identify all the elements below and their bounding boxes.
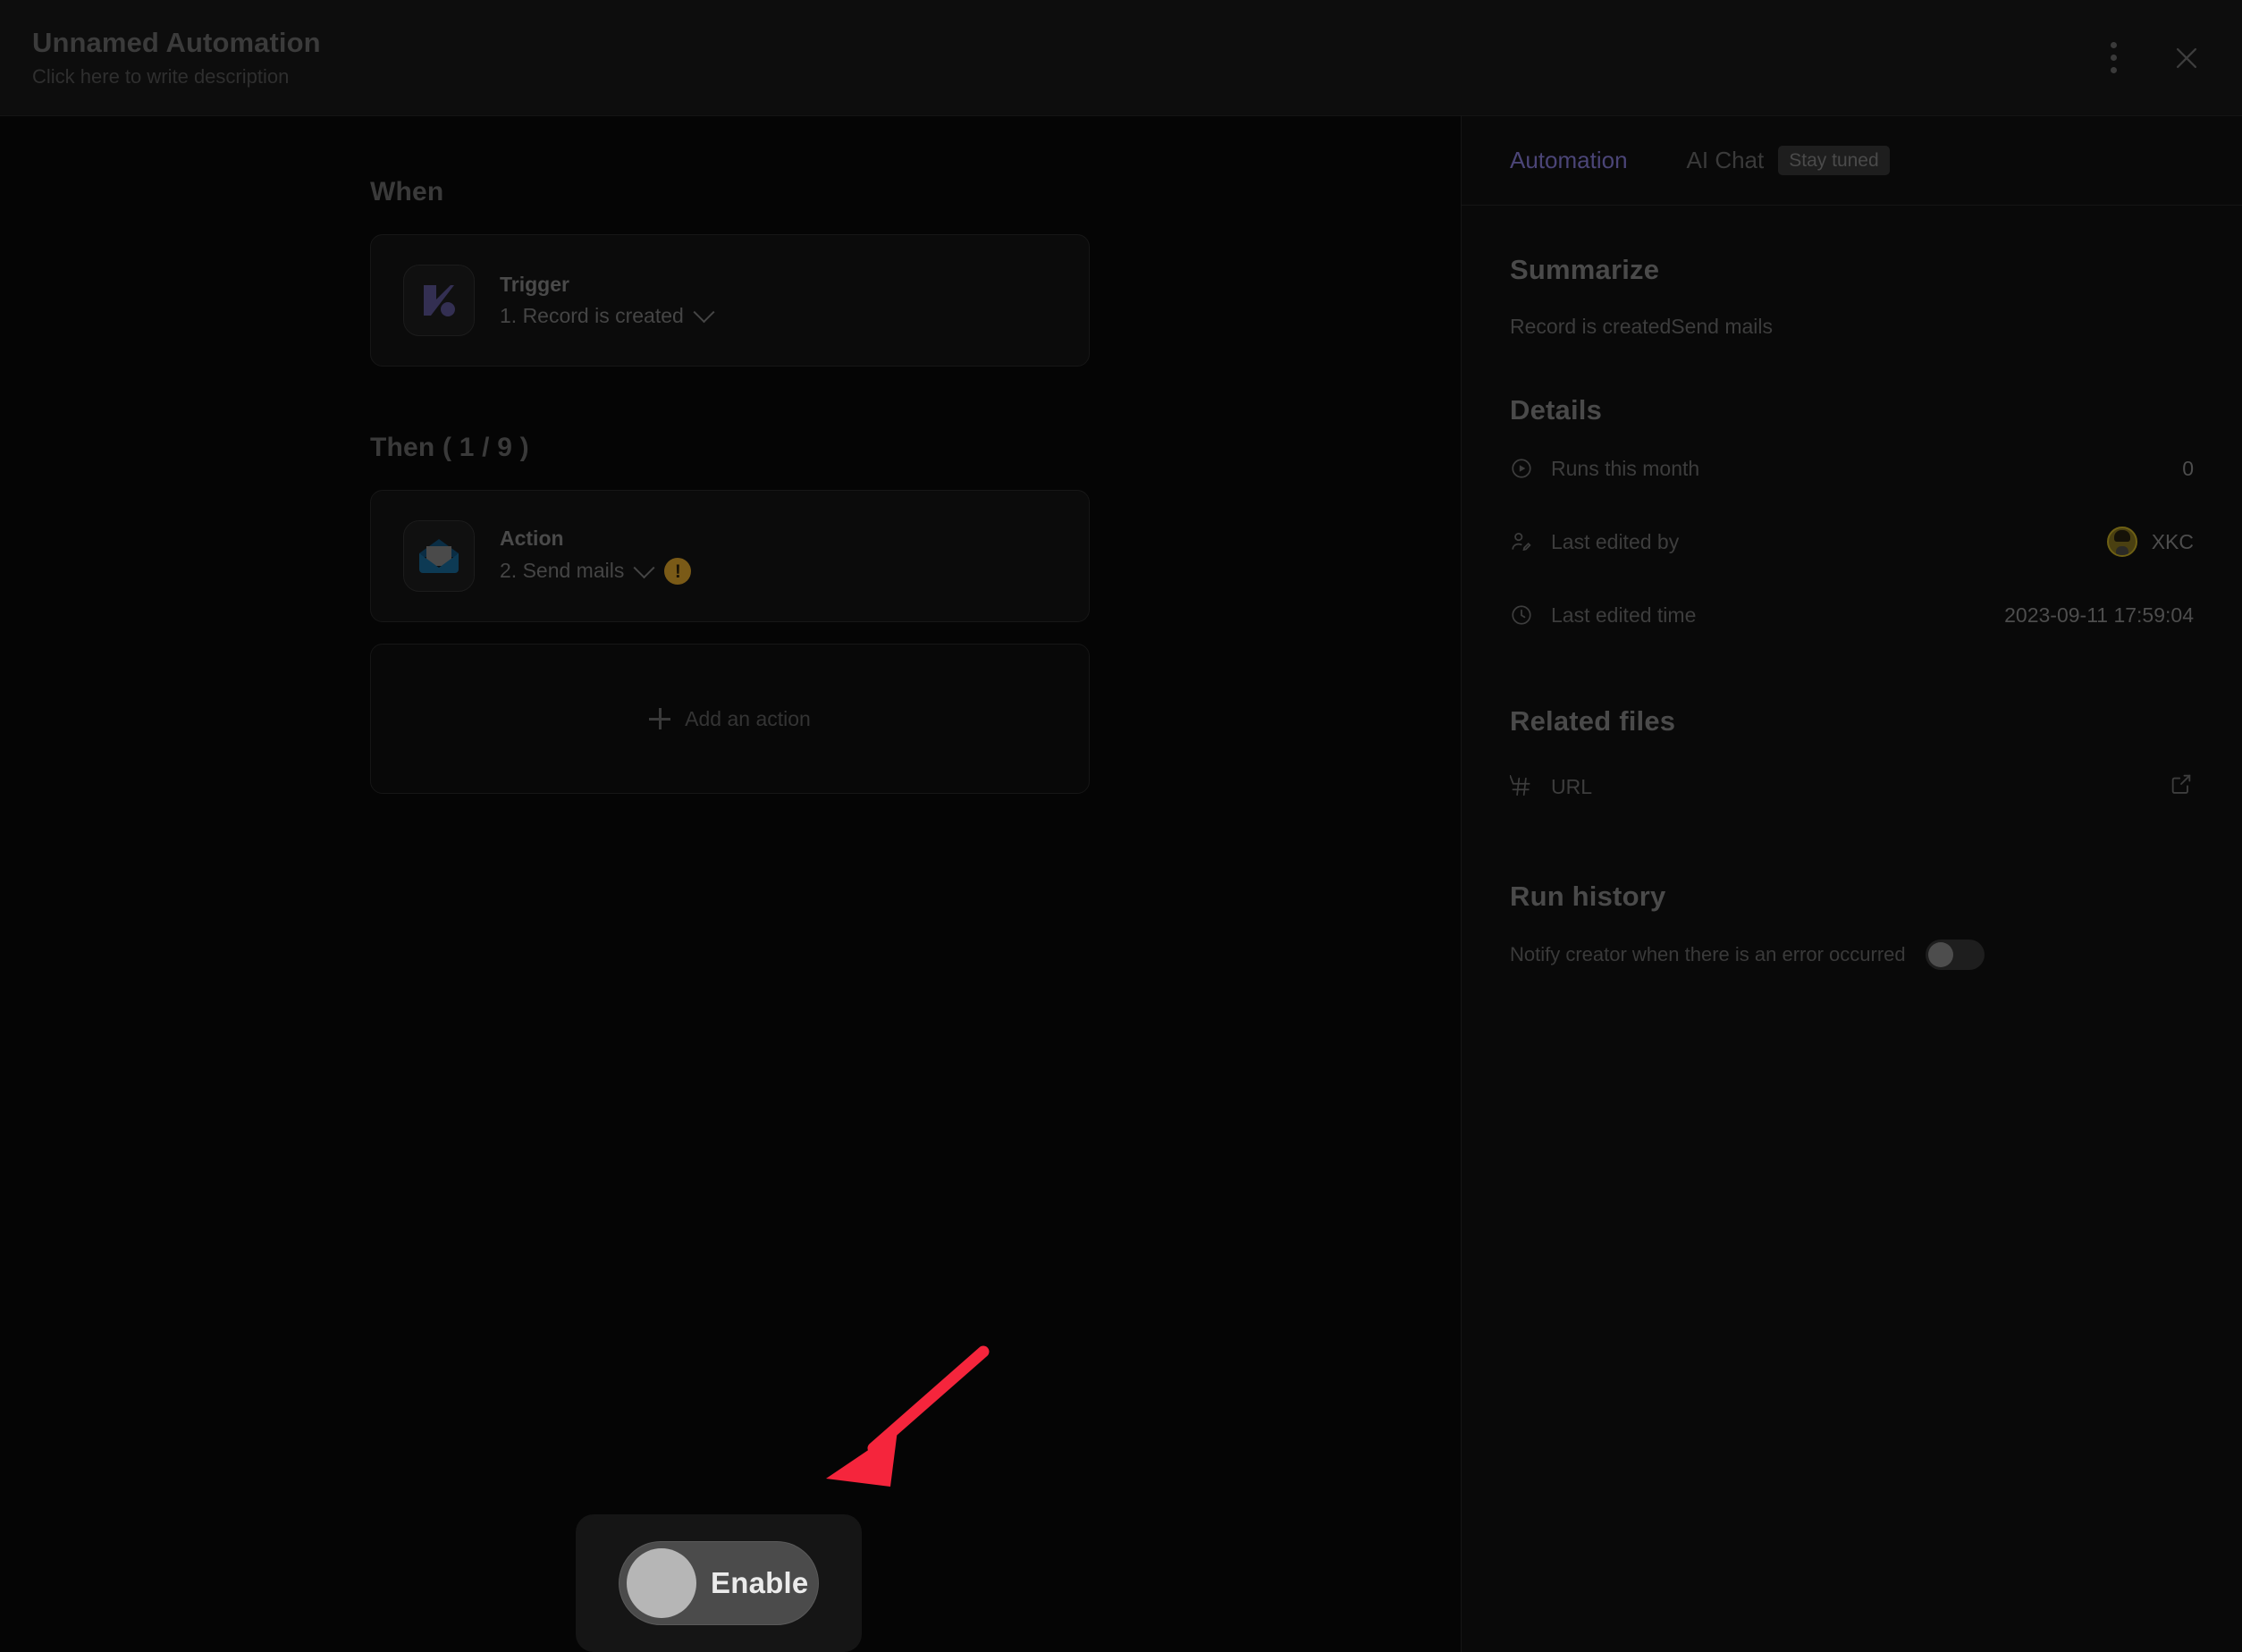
header-actions — [2094, 38, 2206, 78]
trigger-value-row[interactable]: 1. Record is created — [500, 300, 715, 327]
window-header: Unnamed Automation Click here to write d… — [0, 0, 2242, 116]
warning-icon[interactable]: ! — [664, 558, 692, 586]
notify-creator-toggle[interactable] — [1925, 940, 1985, 970]
title-block: Unnamed Automation Click here to write d… — [32, 27, 321, 88]
stay-tuned-badge: Stay tuned — [1778, 146, 1890, 175]
action-value-row[interactable]: 2. Send mails ! — [500, 556, 692, 586]
detail-value-edited-by: XKC — [2151, 529, 2194, 553]
enable-toggle-panel: Enable — [576, 1514, 862, 1652]
enable-toggle-knob — [627, 1548, 696, 1618]
envelope-icon — [403, 520, 475, 592]
flow-column: When Trigger 1. Record is created Then (… — [370, 177, 1090, 794]
when-section-title: When — [370, 177, 444, 206]
kebab-menu-icon[interactable] — [2094, 38, 2133, 78]
tab-ai-chat-label: AI Chat — [1686, 147, 1765, 173]
chevron-down-icon[interactable] — [633, 556, 655, 578]
side-panel: Automation AI Chat Stay tuned Summarize … — [1461, 116, 2242, 1652]
trigger-card[interactable]: Trigger 1. Record is created — [370, 234, 1090, 367]
enable-toggle[interactable]: Enable — [619, 1541, 819, 1625]
hash-icon — [1510, 775, 1551, 798]
add-action-button[interactable]: Add an action — [370, 644, 1090, 794]
flow-canvas: When Trigger 1. Record is created Then (… — [0, 116, 1461, 1652]
related-files-heading: Related files — [1510, 705, 1676, 737]
plus-icon — [649, 708, 671, 729]
detail-value-edited-time: 2023-09-11 17:59:04 — [2004, 603, 2194, 627]
notify-creator-label: Notify creator when there is an error oc… — [1510, 943, 1906, 965]
detail-row-runs: Runs this month 0 — [1510, 437, 2194, 500]
related-file-row-url[interactable]: URL — [1510, 755, 2194, 818]
toggle-knob — [1927, 942, 1953, 967]
trigger-text: Trigger 1. Record is created — [500, 273, 715, 327]
panel-body: Summarize Record is createdSend mails De… — [1462, 206, 2242, 970]
external-link-icon[interactable] — [2169, 771, 2194, 802]
summarize-text: Record is createdSend mails — [1510, 315, 1774, 338]
clock-icon — [1510, 603, 1551, 627]
add-action-label: Add an action — [685, 706, 811, 730]
detail-label-edited-by: Last edited by — [1551, 529, 1680, 553]
trigger-logo-icon — [403, 265, 475, 336]
close-icon[interactable] — [2167, 38, 2206, 78]
content-area: When Trigger 1. Record is created Then (… — [0, 116, 2242, 1652]
trigger-label: Trigger — [500, 273, 569, 297]
detail-label-edited-time: Last edited time — [1551, 603, 1697, 627]
enable-toggle-label: Enable — [711, 1566, 809, 1599]
related-file-label-url: URL — [1551, 774, 1593, 798]
then-section-title: Then ( 1 / 9 ) — [370, 433, 529, 462]
detail-value-runs: 0 — [2182, 456, 2194, 480]
trigger-value: 1. Record is created — [500, 303, 684, 327]
details-heading: Details — [1510, 394, 1603, 426]
chevron-down-icon[interactable] — [693, 300, 715, 323]
action-value: 2. Send mails — [500, 559, 625, 583]
detail-value-edited-by-wrap: XKC — [2106, 527, 2194, 557]
detail-row-edited-time: Last edited time 2023-09-11 17:59:04 — [1510, 584, 2194, 646]
summarize-heading: Summarize — [1510, 254, 1660, 285]
notify-creator-row: Notify creator when there is an error oc… — [1510, 940, 2194, 970]
tab-ai-chat[interactable]: AI Chat Stay tuned — [1687, 146, 1890, 175]
tab-automation[interactable]: Automation — [1510, 147, 1628, 174]
user-edit-icon — [1510, 530, 1551, 553]
page-description[interactable]: Click here to write description — [32, 65, 321, 88]
tab-automation-label: Automation — [1510, 147, 1628, 173]
run-history-heading: Run history — [1510, 881, 1666, 912]
detail-label-runs: Runs this month — [1551, 456, 1700, 480]
action-card[interactable]: Action 2. Send mails ! — [370, 490, 1090, 622]
detail-row-edited-by: Last edited by XKC — [1510, 510, 2194, 573]
panel-tabs: Automation AI Chat Stay tuned — [1462, 116, 2242, 206]
play-circle-icon — [1510, 457, 1551, 480]
page-title[interactable]: Unnamed Automation — [32, 27, 321, 58]
action-text: Action 2. Send mails ! — [500, 526, 692, 586]
action-label: Action — [500, 526, 564, 550]
avatar — [2106, 527, 2137, 557]
automation-editor-window: Unnamed Automation Click here to write d… — [0, 0, 2242, 1652]
